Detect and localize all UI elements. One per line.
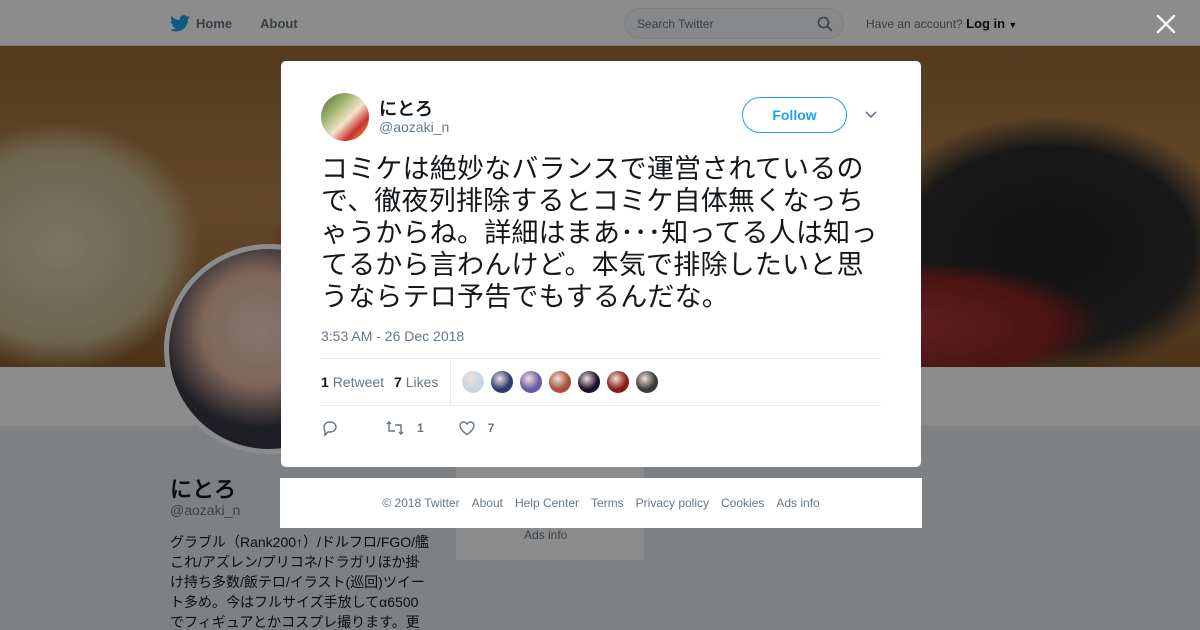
liker-avatar[interactable] — [519, 370, 544, 394]
author-name[interactable]: にとろ — [379, 95, 433, 121]
modal-footer: © 2018 Twitter About Help Center Terms Priva… — [280, 478, 922, 528]
follow-button[interactable]: Follow — [742, 97, 847, 133]
footer-link[interactable]: Cookies — [721, 496, 764, 510]
retweet-icon[interactable] — [385, 419, 405, 437]
tweet-modal: にとろ @aozaki_n Follow コミケは絶妙なバランスで運営されている… — [281, 61, 921, 467]
liker-avatar[interactable] — [606, 370, 631, 394]
author-avatar[interactable] — [321, 93, 369, 141]
tweet-author: にとろ @aozaki_n Follow — [321, 93, 881, 143]
tweet-text: コミケは絶妙なバランスで運営されているので、徹夜列排除するとコミケ自体無くなっち… — [321, 154, 878, 312]
stats-divider — [450, 359, 452, 405]
liker-avatar[interactable] — [461, 370, 486, 394]
footer-link[interactable]: About — [472, 496, 503, 510]
liker-avatar[interactable] — [635, 370, 660, 394]
retweet-action[interactable]: 1 — [385, 419, 424, 437]
like-action[interactable]: 7 — [458, 419, 495, 437]
like-action-count: 7 — [487, 421, 495, 435]
liker-avatar[interactable] — [490, 370, 515, 394]
heart-icon[interactable] — [458, 419, 476, 437]
retweet-stat-count: 1 — [321, 374, 329, 390]
footer-link[interactable]: Ads info — [776, 496, 819, 510]
reply-icon[interactable] — [321, 419, 339, 437]
retweet-stat[interactable]: 1 Retweet — [321, 374, 384, 390]
liker-avatar[interactable] — [548, 370, 573, 394]
chevron-down-icon[interactable] — [863, 107, 879, 123]
liker-avatar[interactable] — [577, 370, 602, 394]
close-icon[interactable] — [1152, 10, 1180, 38]
author-handle[interactable]: @aozaki_n — [379, 119, 449, 135]
liker-avatars — [461, 370, 664, 394]
retweet-action-count: 1 — [417, 421, 424, 435]
like-stat-count: 7 — [394, 374, 402, 390]
reply-action[interactable] — [321, 419, 351, 437]
tweet-stats: 1 Retweet 7 Likes — [321, 358, 881, 406]
footer-link[interactable]: Help Center — [515, 496, 579, 510]
like-stat[interactable]: 7 Likes — [394, 374, 438, 390]
footer-copyright: © 2018 Twitter — [382, 496, 460, 510]
retweet-stat-label: Retweet — [332, 374, 385, 390]
tweet-timestamp[interactable]: 3:53 AM - 26 Dec 2018 — [321, 328, 464, 344]
tweet-actions: 1 7 — [321, 418, 528, 438]
footer-link[interactable]: Terms — [591, 496, 624, 510]
like-stat-label: Likes — [405, 374, 439, 390]
footer-link[interactable]: Privacy policy — [636, 496, 709, 510]
